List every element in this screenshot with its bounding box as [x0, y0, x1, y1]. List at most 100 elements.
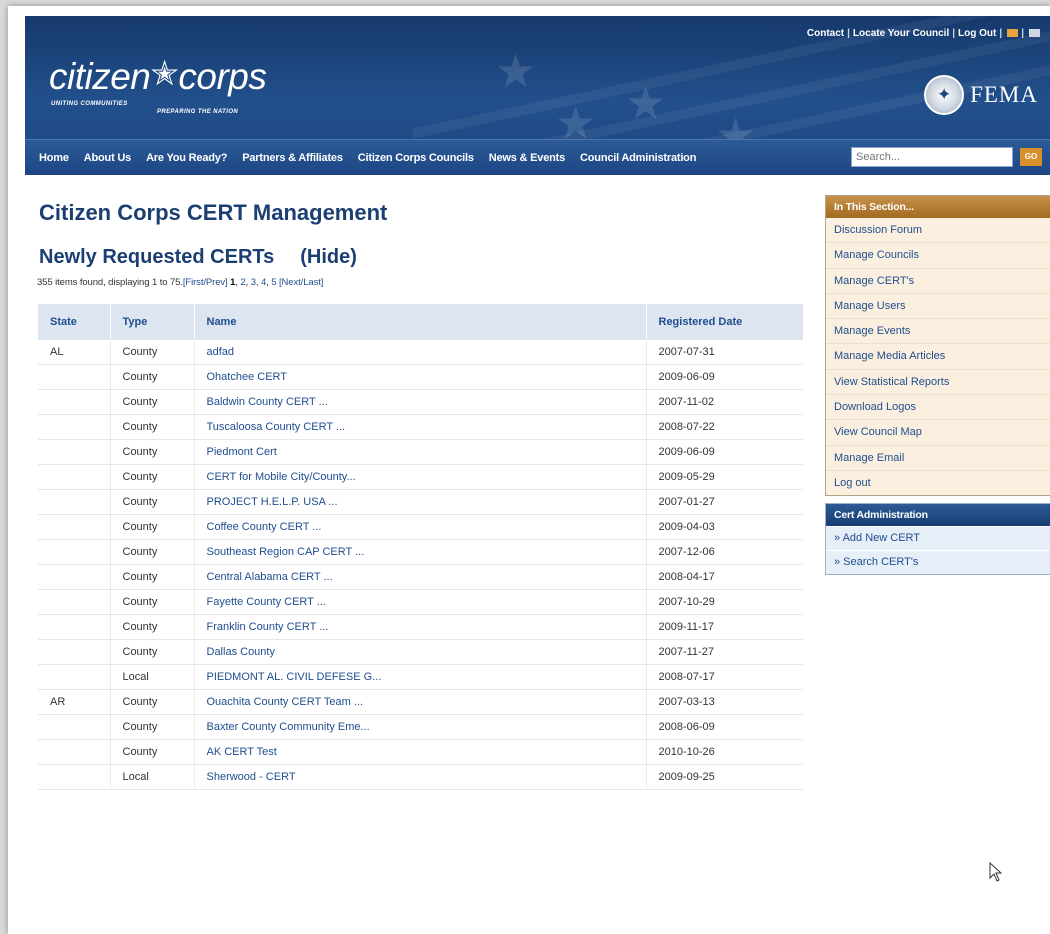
search-input[interactable]: [851, 147, 1013, 167]
next-last-link[interactable]: [Next/Last]: [279, 277, 323, 288]
fema-logo[interactable]: ✦ FEMA: [924, 75, 1038, 115]
table-row: County PROJECT H.E.L.P. USA ... 2007-01-27: [38, 489, 803, 515]
cert-name-link[interactable]: Central Alabama CERT ...: [207, 571, 333, 583]
banner-star-decoration: ★: [495, 44, 537, 98]
cell-type: County: [110, 539, 195, 565]
page-link[interactable]: 2: [240, 277, 245, 288]
cell-registered-date: 2007-11-02: [646, 389, 803, 415]
cert-name-link[interactable]: AK CERT Test: [207, 746, 277, 758]
sidebar-section-item[interactable]: View Council Map: [826, 420, 1050, 446]
cell-registered-date: 2007-01-27: [646, 489, 803, 515]
cell-state: [38, 739, 111, 765]
rss-icon[interactable]: [1007, 29, 1019, 38]
cert-name-link[interactable]: Tuscaloosa County CERT ...: [207, 421, 346, 433]
cert-name-link[interactable]: Dallas County: [207, 646, 275, 658]
page-link[interactable]: 3: [251, 277, 256, 288]
cert-name-link[interactable]: Piedmont Cert: [207, 446, 277, 458]
cell-state: [38, 439, 111, 465]
cert-name-link[interactable]: Franklin County CERT ...: [207, 621, 329, 633]
cell-type: County: [110, 340, 195, 365]
in-this-section-panel: In This Section... Discussion Forum Manag…: [825, 195, 1050, 497]
sidebar-section-item[interactable]: View Statistical Reports: [826, 370, 1050, 396]
nav-council-administration[interactable]: Council Administration: [580, 152, 696, 164]
cell-registered-date: 2007-10-29: [646, 589, 803, 615]
nav-citizen-corps-councils[interactable]: Citizen Corps Councils: [358, 152, 474, 164]
cert-name-link[interactable]: Baxter County Community Eme...: [207, 721, 370, 733]
cell-registered-date: 2009-05-29: [646, 464, 803, 490]
nav-are-you-ready[interactable]: Are You Ready?: [146, 152, 227, 164]
column-header-registered-date[interactable]: Registered Date: [646, 304, 803, 340]
sidebar-section-item[interactable]: Manage Events: [826, 319, 1050, 345]
cert-name-link[interactable]: Southeast Region CAP CERT ...: [207, 546, 365, 558]
cert-name-link[interactable]: CERT for Mobile City/County...: [207, 471, 356, 483]
table-row: County Ohatchee CERT 2009-06-09: [38, 364, 803, 390]
citizen-corps-logo[interactable]: citizen✭corps UNITING COMMUNITIES PREPAR…: [49, 55, 267, 115]
mouse-cursor-icon: [989, 862, 1003, 882]
sidebar-admin-item[interactable]: » Add New CERT: [826, 526, 1050, 550]
cert-name-link[interactable]: Ohatchee CERT: [207, 371, 288, 383]
cell-state: [38, 589, 111, 615]
cell-registered-date: 2008-07-17: [646, 664, 803, 690]
cert-name-link[interactable]: PROJECT H.E.L.P. USA ...: [207, 496, 338, 508]
cell-type: County: [110, 464, 195, 490]
sidebar-section-item[interactable]: Manage Users: [826, 294, 1050, 320]
cert-name-link[interactable]: adfad: [207, 346, 235, 358]
cell-type: County: [110, 389, 195, 415]
page-link[interactable]: 4: [261, 277, 266, 288]
utility-links: Contact | Locate Your Council | Log Out | |: [807, 28, 1040, 39]
logo-tagline: PREPARING THE NATION: [157, 109, 239, 115]
column-header-name[interactable]: Name: [194, 304, 647, 340]
sidebar-section-item[interactable]: Manage Councils: [826, 243, 1050, 269]
cell-registered-date: 2010-10-26: [646, 739, 803, 765]
log-out-link[interactable]: Log Out: [958, 28, 996, 39]
nav-news-events[interactable]: News & Events: [489, 152, 565, 164]
search-go-button[interactable]: GO: [1020, 148, 1042, 166]
cell-type: County: [110, 739, 195, 765]
nav-partners-affiliates[interactable]: Partners & Affiliates: [242, 152, 343, 164]
sidebar-section-item[interactable]: Manage Media Articles: [826, 344, 1050, 370]
cell-type: County: [110, 439, 195, 465]
cell-state: [38, 464, 111, 490]
contact-link[interactable]: Contact: [807, 28, 844, 39]
locate-council-link[interactable]: Locate Your Council: [853, 28, 949, 39]
page-link[interactable]: 5: [271, 277, 276, 288]
cert-name-link[interactable]: Sherwood - CERT: [207, 771, 296, 783]
pagination-summary: 355 items found, displaying 1 to 75.: [37, 277, 183, 288]
cert-name-link[interactable]: Ouachita County CERT Team ...: [207, 696, 364, 708]
cell-type: County: [110, 589, 195, 615]
sidebar-section-item[interactable]: Discussion Forum: [826, 218, 1050, 244]
nav-about-us[interactable]: About Us: [84, 152, 131, 164]
sidebar-section-item[interactable]: Manage CERT's: [826, 269, 1050, 294]
cell-state: AL: [38, 340, 111, 365]
cell-state: [38, 639, 111, 665]
table-row: Local Sherwood - CERT 2009-09-25: [38, 764, 803, 790]
cell-state: [38, 514, 111, 540]
cert-name-link[interactable]: Baldwin County CERT ...: [207, 396, 328, 408]
column-header-type[interactable]: Type: [110, 304, 195, 340]
column-header-state[interactable]: State: [38, 304, 111, 340]
sidebar-admin-item[interactable]: » Search CERT's: [826, 550, 1050, 574]
cert-name-link[interactable]: PIEDMONT AL. CIVIL DEFESE G...: [207, 671, 382, 683]
cell-state: [38, 414, 111, 440]
first-prev-link[interactable]: [First/Prev]: [183, 277, 228, 288]
table-row: County Coffee County CERT ... 2009-04-03: [38, 514, 803, 540]
cert-name-link[interactable]: Fayette County CERT ...: [207, 596, 326, 608]
cert-name-link[interactable]: Coffee County CERT ...: [207, 521, 322, 533]
cert-administration-heading: Cert Administration: [826, 504, 1050, 526]
sidebar-section-item[interactable]: Download Logos: [826, 395, 1050, 421]
table-row: County Baldwin County CERT ... 2007-11-02: [38, 389, 803, 415]
logo-tagline: UNITING COMMUNITIES: [51, 101, 128, 107]
nav-home[interactable]: Home: [39, 152, 69, 164]
email-icon[interactable]: [1029, 29, 1040, 38]
cell-registered-date: 2007-03-13: [646, 689, 803, 715]
table-row: Local PIEDMONT AL. CIVIL DEFESE G... 2008-…: [38, 664, 803, 690]
sidebar-section-item[interactable]: Log out: [826, 471, 1050, 495]
hide-link[interactable]: (Hide): [300, 246, 357, 268]
cell-state: [38, 489, 111, 515]
table-row: County Franklin County CERT ... 2009-11-17: [38, 614, 803, 640]
sidebar-section-item[interactable]: Manage Email: [826, 446, 1050, 471]
page: ★ ★ ★ ★ Contact | Locate Your Council | Log …: [8, 6, 1050, 934]
table-row: County Southeast Region CAP CERT ... 2007-…: [38, 539, 803, 565]
cell-registered-date: 2007-11-27: [646, 639, 803, 665]
table-row: County Baxter County Community Eme... 2008…: [38, 714, 803, 740]
